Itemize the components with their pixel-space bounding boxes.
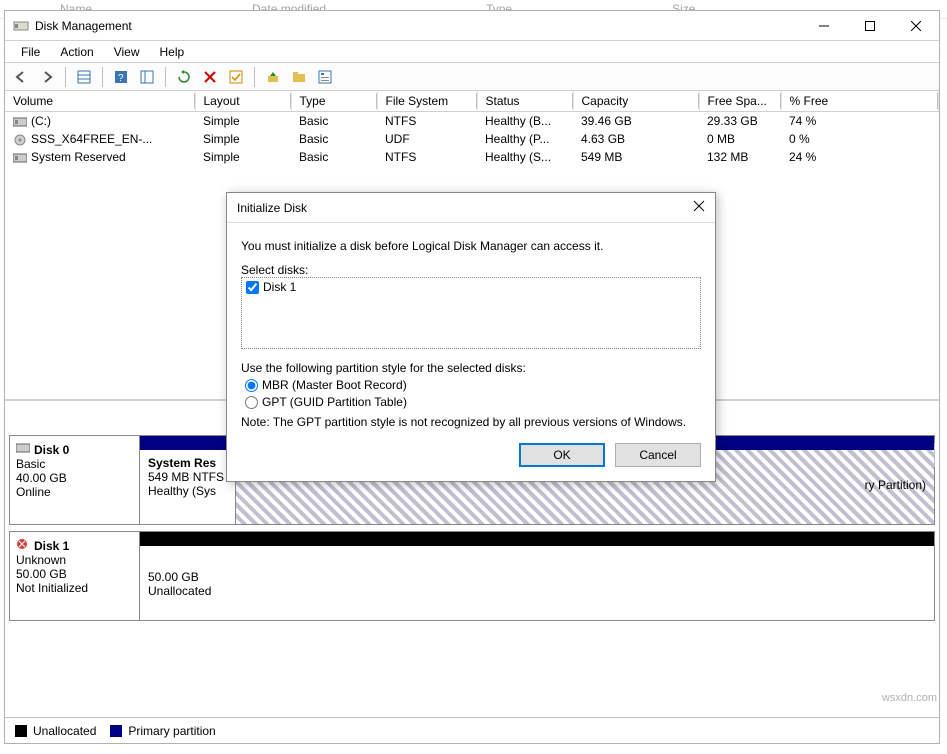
menu-action[interactable]: Action	[50, 43, 103, 61]
cd-icon	[13, 134, 27, 146]
col-capacity[interactable]: Capacity	[573, 91, 699, 112]
toolbar-grid-icon[interactable]	[72, 65, 96, 89]
select-disks-label: Select disks:	[241, 263, 701, 277]
col-volume[interactable]: Volume	[5, 91, 195, 112]
col-free[interactable]: Free Spa...	[699, 91, 781, 112]
close-button[interactable]	[893, 11, 939, 41]
disk-select-list[interactable]: Disk 1	[241, 277, 701, 349]
disk-1-checkbox-row[interactable]: Disk 1	[246, 280, 696, 294]
volume-row[interactable]: SSS_X64FREE_EN-...SimpleBasicUDFHealthy …	[5, 130, 939, 148]
check-icon[interactable]	[224, 65, 248, 89]
toolbar-folder-icon[interactable]	[287, 65, 311, 89]
toolbar-list-icon[interactable]	[135, 65, 159, 89]
drive-icon	[13, 152, 27, 164]
drive-icon	[13, 116, 27, 128]
swatch-unallocated	[15, 725, 27, 737]
minimize-button[interactable]	[801, 11, 847, 41]
initialize-disk-dialog: Initialize Disk You must initialize a di…	[226, 192, 716, 482]
mbr-radio[interactable]	[245, 379, 258, 392]
swatch-primary	[110, 725, 122, 737]
col-fs[interactable]: File System	[377, 91, 477, 112]
forward-button[interactable]	[35, 65, 59, 89]
disk-icon	[16, 442, 30, 457]
partition-style-label: Use the following partition style for th…	[241, 361, 701, 375]
ok-button[interactable]: OK	[519, 443, 605, 467]
watermark: wsxdn.com	[882, 692, 937, 704]
menu-file[interactable]: File	[11, 43, 50, 61]
disk-error-icon	[16, 538, 30, 553]
toolbar: ?	[5, 63, 939, 91]
dialog-titlebar[interactable]: Initialize Disk	[227, 193, 715, 223]
volume-row[interactable]: (C:)SimpleBasicNTFSHealthy (B...39.46 GB…	[5, 112, 939, 131]
gpt-radio-row[interactable]: GPT (GUID Partition Table)	[245, 395, 701, 409]
toolbar-up-icon[interactable]	[261, 65, 285, 89]
legend: Unallocated Primary partition	[5, 717, 939, 743]
refresh-icon[interactable]	[172, 65, 196, 89]
menubar: File Action View Help	[5, 41, 939, 63]
dialog-intro: You must initialize a disk before Logica…	[241, 239, 701, 253]
properties-icon[interactable]	[313, 65, 337, 89]
disk-1-stripe	[140, 532, 934, 546]
gpt-radio[interactable]	[245, 396, 258, 409]
menu-help[interactable]: Help	[150, 43, 195, 61]
window-title: Disk Management	[35, 19, 132, 33]
dialog-close-button[interactable]	[693, 200, 705, 215]
delete-icon[interactable]	[198, 65, 222, 89]
disk-1-unallocated[interactable]: 50.00 GB Unallocated	[140, 546, 934, 620]
app-icon	[13, 18, 29, 34]
disk-0-header: Disk 0 Basic 40.00 GB Online	[10, 436, 140, 524]
titlebar[interactable]: Disk Management	[5, 11, 939, 41]
volume-row[interactable]: System ReservedSimpleBasicNTFSHealthy (S…	[5, 148, 939, 166]
gpt-note: Note: The GPT partition style is not rec…	[241, 415, 701, 429]
disk-1-header: Disk 1 Unknown 50.00 GB Not Initialized	[10, 532, 140, 620]
col-status[interactable]: Status	[477, 91, 573, 112]
col-pct[interactable]: % Free	[781, 91, 939, 112]
col-layout[interactable]: Layout	[195, 91, 291, 112]
disk-0-partition-system[interactable]: System Res 549 MB NTFS Healthy (Sys	[140, 450, 236, 524]
disk-1-checkbox[interactable]	[246, 281, 259, 294]
disk-1-row[interactable]: Disk 1 Unknown 50.00 GB Not Initialized …	[9, 531, 935, 621]
svg-text:?: ?	[118, 73, 124, 84]
col-type[interactable]: Type	[291, 91, 377, 112]
dialog-title: Initialize Disk	[237, 201, 307, 215]
maximize-button[interactable]	[847, 11, 893, 41]
cancel-button[interactable]: Cancel	[615, 443, 701, 467]
mbr-radio-row[interactable]: MBR (Master Boot Record)	[245, 378, 701, 392]
back-button[interactable]	[9, 65, 33, 89]
help-icon[interactable]: ?	[109, 65, 133, 89]
menu-view[interactable]: View	[104, 43, 150, 61]
